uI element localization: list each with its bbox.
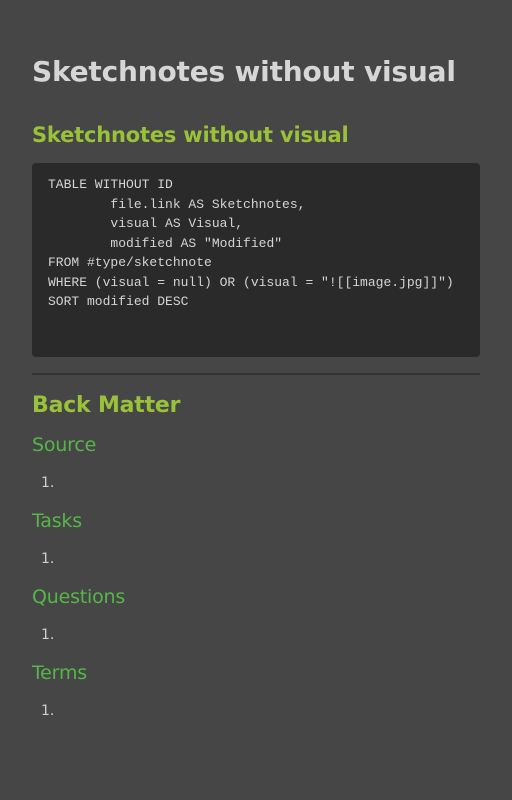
code-line: visual AS Visual, [48,216,244,231]
code-line: FROM #type/sketchnote [48,255,212,270]
code-line: WHERE (visual = null) OR (visual = "![[i… [48,274,454,290]
list-item[interactable]: 1. [32,625,480,645]
section-heading: Terms [32,662,87,684]
code-line: SORT modified DESC [48,294,189,309]
section-questions: Questions 1. [32,583,480,645]
code-text: TABLE WITHOUT ID file.link AS Sketchnote… [48,175,464,312]
code-line: modified AS "Modified" [48,235,283,251]
section-tasks: Tasks 1. [32,507,480,569]
section-heading: Source [32,434,97,456]
list-item[interactable]: 1. [32,549,480,569]
section-heading: Questions [32,586,126,608]
page-title: Sketchnotes without visual [32,55,456,88]
dataview-code-block[interactable]: TABLE WITHOUT ID file.link AS Sketchnote… [32,163,480,357]
back-matter-heading: Back Matter [32,393,181,418]
code-line: file.link AS Sketchnotes, [48,196,306,212]
section-heading: Tasks [32,510,82,532]
list-item[interactable]: 1. [32,473,480,493]
list-item[interactable]: 1. [32,701,480,721]
section-source: Source 1. [32,431,480,493]
note-view: Sketchnotes without visual Sketchnotes w… [0,0,512,800]
section-terms: Terms 1. [32,659,480,721]
query-heading: Sketchnotes without visual [32,123,349,147]
code-line: TABLE WITHOUT ID [48,177,173,192]
horizontal-rule [32,373,480,375]
